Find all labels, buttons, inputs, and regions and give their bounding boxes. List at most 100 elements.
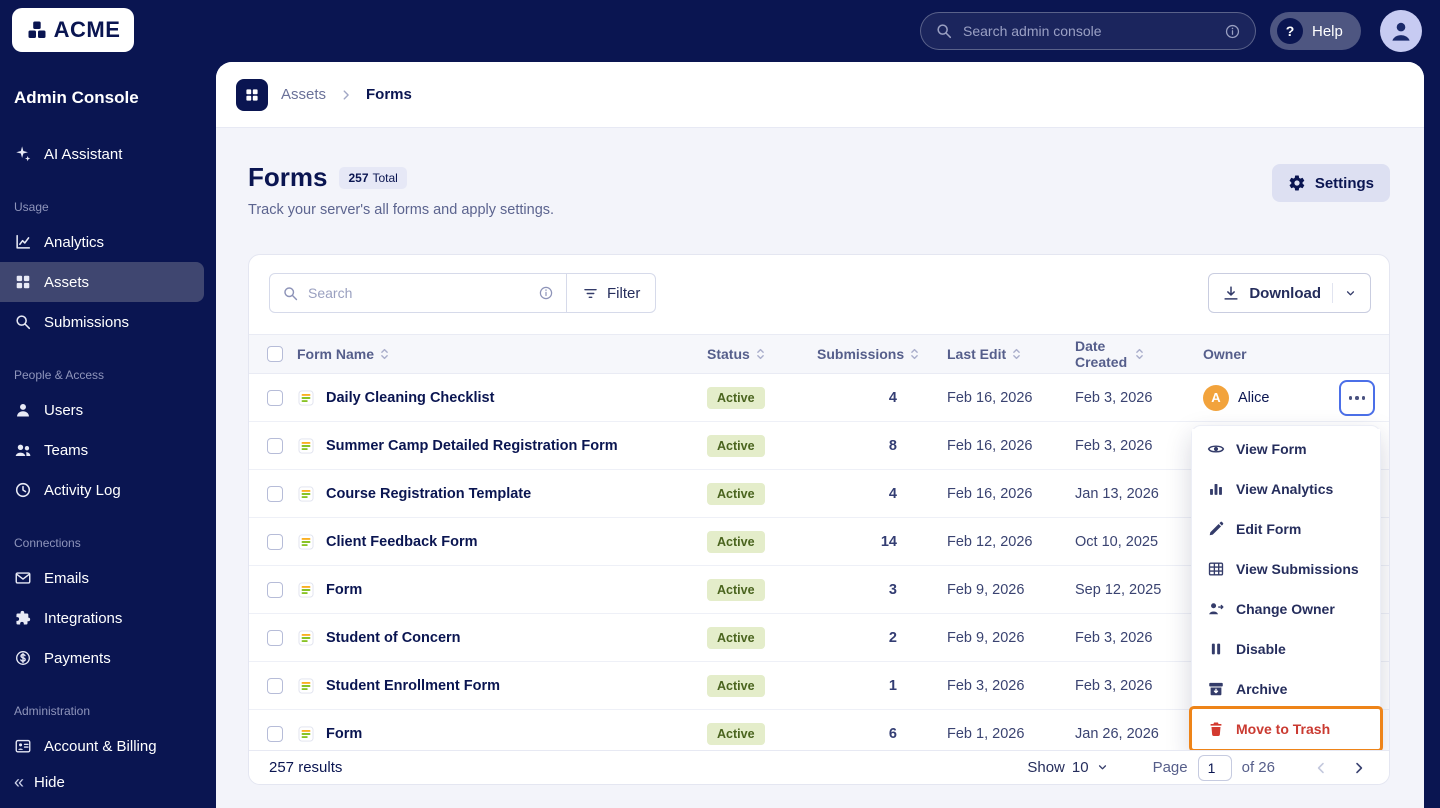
sidebar-item-payments[interactable]: Payments	[0, 638, 216, 678]
owner-avatar: A	[1203, 384, 1229, 411]
filter-button[interactable]: Filter	[566, 273, 657, 313]
menu-item-view-submissions[interactable]: View Submissions	[1192, 549, 1380, 589]
sort-icon[interactable]	[380, 347, 389, 361]
divider	[1332, 283, 1333, 303]
sidebar-item-ai-assistant[interactable]: AI Assistant	[0, 134, 216, 174]
sidebar-item-teams[interactable]: Teams	[0, 430, 216, 470]
sidebar-item-label: Activity Log	[44, 481, 121, 499]
form-name[interactable]: Client Feedback Form	[326, 534, 477, 550]
table-row[interactable]: Daily Cleaning Checklist Active 4 Feb 16…	[249, 374, 1389, 422]
info-icon[interactable]	[1224, 23, 1241, 40]
menu-label: View Submissions	[1236, 561, 1359, 577]
menu-item-archive[interactable]: Archive	[1192, 669, 1380, 709]
submissions-count: 3	[888, 581, 897, 598]
ellipsis-icon	[1348, 396, 1353, 400]
sidebar-item-analytics[interactable]: Analytics	[0, 222, 216, 262]
menu-item-view-analytics[interactable]: View Analytics	[1192, 469, 1380, 509]
settings-button[interactable]: Settings	[1271, 164, 1390, 202]
table-search-input[interactable]	[308, 285, 529, 301]
user-avatar[interactable]	[1380, 10, 1422, 52]
sidebar-hide-button[interactable]: « Hide	[0, 764, 79, 800]
form-name[interactable]: Student Enrollment Form	[326, 678, 500, 694]
total-label: Total	[372, 170, 398, 185]
date-created: Feb 3, 2026	[1075, 437, 1153, 454]
page-label: Page	[1152, 759, 1188, 776]
previous-page-button[interactable]	[1307, 754, 1335, 782]
select-all-checkbox[interactable]	[267, 346, 283, 362]
last-edit: Feb 16, 2026	[947, 389, 1033, 406]
info-icon[interactable]	[538, 285, 554, 301]
menu-item-move-to-trash[interactable]: Move to Trash	[1192, 709, 1380, 749]
download-icon	[1224, 286, 1238, 300]
form-name[interactable]: Summer Camp Detailed Registration Form	[326, 438, 618, 454]
form-name[interactable]: Daily Cleaning Checklist	[326, 390, 494, 406]
sort-icon[interactable]	[756, 347, 765, 361]
sidebar-item-account-billing[interactable]: Account & Billing	[0, 726, 216, 766]
row-checkbox[interactable]	[267, 725, 283, 742]
rows-per-page-select[interactable]: Show 10	[1027, 759, 1108, 776]
row-checkbox[interactable]	[267, 581, 283, 598]
sidebar-item-assets[interactable]: Assets	[0, 262, 204, 302]
status-badge: Active	[707, 722, 765, 745]
search-icon	[937, 24, 952, 39]
page-total: of 26	[1241, 759, 1275, 776]
submissions-count: 4	[888, 485, 897, 502]
download-button[interactable]: Download	[1208, 273, 1371, 313]
sidebar-item-integrations[interactable]: Integrations	[0, 598, 216, 638]
status-badge: Active	[707, 434, 765, 457]
row-checkbox[interactable]	[267, 389, 283, 406]
admin-search[interactable]	[920, 12, 1256, 50]
menu-label: Disable	[1236, 641, 1286, 657]
form-name[interactable]: Form	[326, 582, 362, 598]
menu-item-disable[interactable]: Disable	[1192, 629, 1380, 669]
sort-icon[interactable]	[1012, 347, 1021, 361]
form-name[interactable]: Student of Concern	[326, 630, 461, 646]
row-checkbox[interactable]	[267, 485, 283, 502]
filter-label: Filter	[607, 284, 641, 302]
page-number-input[interactable]	[1197, 754, 1232, 781]
menu-item-view-form[interactable]: View Form	[1192, 429, 1380, 469]
sparkle-icon	[16, 146, 31, 162]
gear-icon	[1289, 175, 1305, 191]
grid-icon	[246, 88, 258, 101]
people-icon	[15, 444, 31, 456]
person-swap-icon	[1209, 603, 1224, 615]
logo-blocks-icon	[28, 21, 46, 38]
sidebar-item-users[interactable]: Users	[0, 390, 216, 430]
form-name[interactable]: Form	[326, 726, 362, 742]
row-checkbox[interactable]	[267, 677, 283, 694]
admin-search-input[interactable]	[963, 23, 1214, 39]
row-checkbox[interactable]	[267, 533, 283, 550]
row-checkbox[interactable]	[267, 437, 283, 454]
id-card-icon	[15, 739, 31, 753]
show-value: 10	[1071, 759, 1089, 776]
menu-label: Archive	[1236, 681, 1288, 697]
acme-logo[interactable]: ACME	[12, 8, 134, 52]
filter-icon	[584, 288, 597, 298]
form-icon	[298, 582, 314, 597]
sidebar-item-emails[interactable]: Emails	[0, 558, 216, 598]
status-badge: Active	[707, 626, 765, 649]
sidebar-item-activity-log[interactable]: Activity Log	[0, 470, 216, 510]
sort-icon[interactable]	[910, 347, 919, 361]
row-checkbox[interactable]	[267, 629, 283, 646]
sidebar-section-connections: Connections	[14, 536, 81, 550]
sidebar-item-label: Submissions	[44, 313, 130, 331]
sidebar-item-submissions[interactable]: Submissions	[0, 302, 216, 342]
pagination-bar: 257 results Show 10 Page of 26	[249, 750, 1389, 784]
form-name[interactable]: Course Registration Template	[326, 486, 531, 502]
bar-chart-icon	[1210, 484, 1222, 495]
menu-item-edit-form[interactable]: Edit Form	[1192, 509, 1380, 549]
assets-tile-icon[interactable]	[236, 78, 268, 111]
row-actions-button[interactable]	[1339, 380, 1375, 416]
main-panel: Assets Forms Forms 257 Total Track your s…	[216, 62, 1424, 808]
date-created: Sep 12, 2025	[1075, 581, 1162, 598]
topbar: ACME ? Help	[0, 0, 1440, 62]
breadcrumb-assets[interactable]: Assets	[281, 86, 326, 103]
help-button[interactable]: ? Help	[1270, 12, 1361, 50]
next-page-button[interactable]	[1345, 754, 1373, 782]
status-badge: Active	[707, 674, 765, 697]
sort-icon[interactable]	[1135, 347, 1144, 361]
table-search[interactable]	[269, 273, 567, 313]
menu-item-change-owner[interactable]: Change Owner	[1192, 589, 1380, 629]
